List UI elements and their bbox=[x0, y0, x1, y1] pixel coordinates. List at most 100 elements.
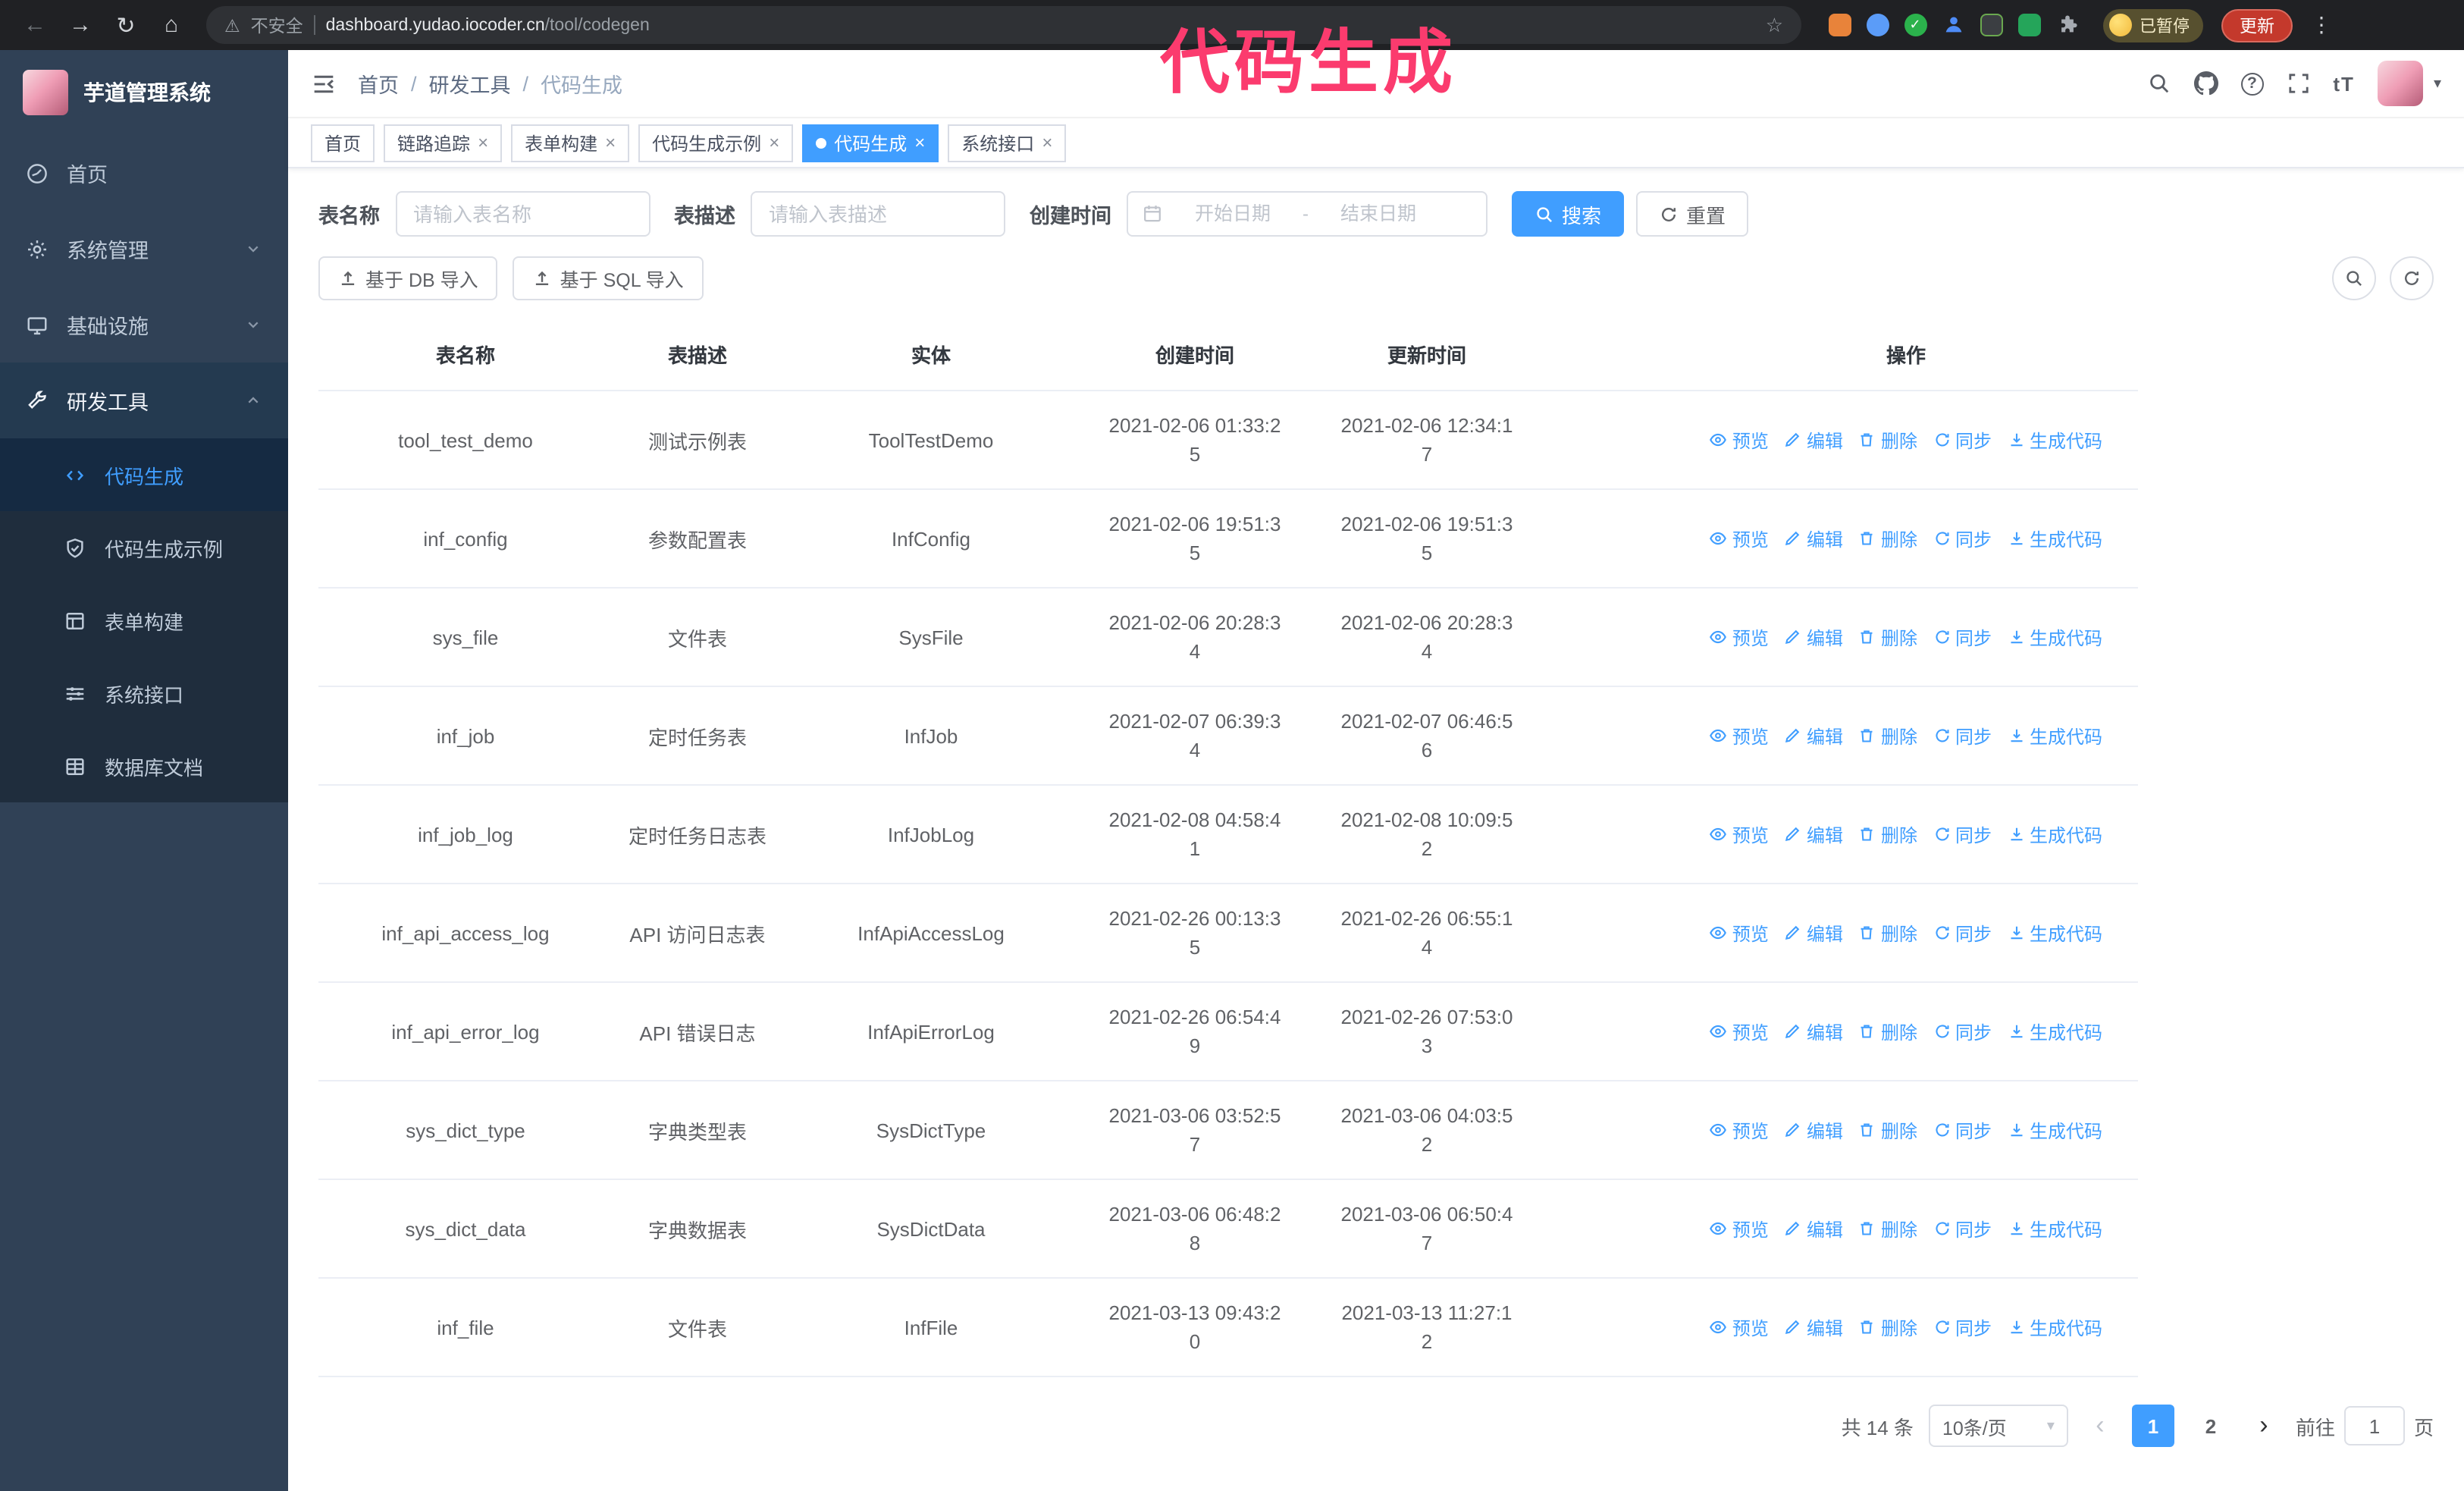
app-logo-row[interactable]: 芋道管理系统 bbox=[0, 50, 288, 135]
tab-codegen[interactable]: 代码生成 × bbox=[802, 124, 939, 162]
browser-home-button[interactable]: ⌂ bbox=[152, 5, 191, 45]
github-icon[interactable] bbox=[2193, 71, 2218, 96]
action-edit-link[interactable]: 编辑 bbox=[1784, 1216, 1843, 1241]
bookmark-star-icon[interactable]: ☆ bbox=[1766, 13, 1783, 37]
close-icon[interactable]: × bbox=[914, 132, 925, 153]
action-generate-link[interactable]: 生成代码 bbox=[2007, 1019, 2102, 1044]
extension-icon-green-check[interactable]: ✓ bbox=[1903, 13, 1927, 37]
date-range-picker[interactable]: - bbox=[1127, 191, 1487, 237]
action-sync-link[interactable]: 同步 bbox=[1933, 427, 1992, 453]
action-generate-link[interactable]: 生成代码 bbox=[2007, 920, 2102, 946]
sidebar-item-codegen[interactable]: 代码生成 bbox=[0, 438, 288, 511]
browser-forward-button[interactable]: → bbox=[61, 5, 100, 45]
action-delete-link[interactable]: 删除 bbox=[1858, 723, 1917, 749]
tab-system-api[interactable]: 系统接口 × bbox=[948, 124, 1067, 162]
sidebar-item-infrastructure[interactable]: 基础设施 bbox=[0, 287, 288, 363]
tab-codegen-example[interactable]: 代码生成示例 × bbox=[638, 124, 794, 162]
sidebar-item-dev-tools[interactable]: 研发工具 bbox=[0, 363, 288, 438]
extension-icon-dark[interactable] bbox=[1979, 13, 2003, 37]
action-preview-link[interactable]: 预览 bbox=[1710, 1314, 1769, 1340]
action-edit-link[interactable]: 编辑 bbox=[1784, 1314, 1843, 1340]
browser-back-button[interactable]: ← bbox=[15, 5, 55, 45]
page-button-2[interactable]: 2 bbox=[2190, 1405, 2232, 1447]
action-edit-link[interactable]: 编辑 bbox=[1784, 723, 1843, 749]
extension-icon-orange[interactable] bbox=[1827, 13, 1851, 37]
action-sync-link[interactable]: 同步 bbox=[1933, 526, 1992, 551]
sidebar-item-system-api[interactable]: 系统接口 bbox=[0, 657, 288, 730]
tab-trace[interactable]: 链路追踪 × bbox=[384, 124, 503, 162]
refresh-table-button[interactable] bbox=[2390, 256, 2434, 300]
action-delete-link[interactable]: 删除 bbox=[1858, 1019, 1917, 1044]
action-edit-link[interactable]: 编辑 bbox=[1784, 624, 1843, 650]
prev-page-button[interactable]: ‹ bbox=[2083, 1405, 2117, 1447]
action-preview-link[interactable]: 预览 bbox=[1710, 821, 1769, 847]
extensions-puzzle-icon[interactable] bbox=[2055, 13, 2079, 37]
sidebar-item-db-docs[interactable]: 数据库文档 bbox=[0, 730, 288, 802]
action-delete-link[interactable]: 删除 bbox=[1858, 624, 1917, 650]
action-generate-link[interactable]: 生成代码 bbox=[2007, 526, 2102, 551]
action-generate-link[interactable]: 生成代码 bbox=[2007, 624, 2102, 650]
tab-form-builder[interactable]: 表单构建 × bbox=[511, 124, 630, 162]
extension-icon-green[interactable] bbox=[2017, 13, 2041, 37]
sidebar-item-form-builder[interactable]: 表单构建 bbox=[0, 584, 288, 657]
action-preview-link[interactable]: 预览 bbox=[1710, 723, 1769, 749]
help-icon[interactable]: ? bbox=[2240, 72, 2264, 95]
extension-icon-blue[interactable] bbox=[1865, 13, 1889, 37]
action-preview-link[interactable]: 预览 bbox=[1710, 624, 1769, 650]
close-icon[interactable]: × bbox=[605, 132, 616, 153]
action-edit-link[interactable]: 编辑 bbox=[1784, 526, 1843, 551]
action-sync-link[interactable]: 同步 bbox=[1933, 723, 1992, 749]
sidebar-item-home[interactable]: 首页 bbox=[0, 135, 288, 211]
sidebar-item-codegen-example[interactable]: 代码生成示例 bbox=[0, 511, 288, 584]
page-size-select[interactable]: 10条/页 ▾ bbox=[1928, 1405, 2068, 1447]
action-sync-link[interactable]: 同步 bbox=[1933, 1216, 1992, 1241]
start-date-input[interactable] bbox=[1169, 202, 1296, 226]
action-preview-link[interactable]: 预览 bbox=[1710, 526, 1769, 551]
browser-menu-kebab-icon[interactable]: ⋮ bbox=[2311, 12, 2332, 38]
address-bar[interactable]: ⚠ 不安全 dashboard.yudao.iocoder.cn/tool/co… bbox=[206, 6, 1801, 44]
action-generate-link[interactable]: 生成代码 bbox=[2007, 1216, 2102, 1241]
browser-update-button[interactable]: 更新 bbox=[2221, 8, 2293, 42]
avatar-caret-down-icon[interactable]: ▾ bbox=[2434, 75, 2441, 92]
action-generate-link[interactable]: 生成代码 bbox=[2007, 427, 2102, 453]
action-edit-link[interactable]: 编辑 bbox=[1784, 427, 1843, 453]
action-preview-link[interactable]: 预览 bbox=[1710, 1216, 1769, 1241]
text-size-icon[interactable]: tT bbox=[2333, 72, 2355, 95]
action-sync-link[interactable]: 同步 bbox=[1933, 1117, 1992, 1143]
browser-reload-button[interactable]: ↻ bbox=[106, 5, 146, 45]
action-sync-link[interactable]: 同步 bbox=[1933, 1314, 1992, 1340]
profile-sync-paused-chip[interactable]: 已暂停 bbox=[2103, 8, 2203, 42]
close-icon[interactable]: × bbox=[478, 132, 488, 153]
action-sync-link[interactable]: 同步 bbox=[1933, 1019, 1992, 1044]
close-icon[interactable]: × bbox=[1042, 132, 1052, 153]
sidebar-fold-icon[interactable] bbox=[311, 71, 337, 96]
action-delete-link[interactable]: 删除 bbox=[1858, 427, 1917, 453]
action-edit-link[interactable]: 编辑 bbox=[1784, 920, 1843, 946]
action-delete-link[interactable]: 删除 bbox=[1858, 1117, 1917, 1143]
action-delete-link[interactable]: 删除 bbox=[1858, 821, 1917, 847]
action-edit-link[interactable]: 编辑 bbox=[1784, 1117, 1843, 1143]
action-preview-link[interactable]: 预览 bbox=[1710, 920, 1769, 946]
action-preview-link[interactable]: 预览 bbox=[1710, 1117, 1769, 1143]
action-delete-link[interactable]: 删除 bbox=[1858, 526, 1917, 551]
action-delete-link[interactable]: 删除 bbox=[1858, 1314, 1917, 1340]
action-generate-link[interactable]: 生成代码 bbox=[2007, 1314, 2102, 1340]
import-sql-button[interactable]: 基于 SQL 导入 bbox=[513, 256, 704, 300]
breadcrumb-home[interactable]: 首页 bbox=[358, 68, 399, 99]
end-date-input[interactable] bbox=[1315, 202, 1442, 226]
user-avatar[interactable] bbox=[2377, 61, 2423, 106]
action-edit-link[interactable]: 编辑 bbox=[1784, 1019, 1843, 1044]
action-sync-link[interactable]: 同步 bbox=[1933, 920, 1992, 946]
action-delete-link[interactable]: 删除 bbox=[1858, 1216, 1917, 1241]
action-preview-link[interactable]: 预览 bbox=[1710, 427, 1769, 453]
fullscreen-icon[interactable] bbox=[2286, 71, 2310, 96]
action-generate-link[interactable]: 生成代码 bbox=[2007, 821, 2102, 847]
action-delete-link[interactable]: 删除 bbox=[1858, 920, 1917, 946]
import-db-button[interactable]: 基于 DB 导入 bbox=[318, 256, 498, 300]
close-icon[interactable]: × bbox=[769, 132, 779, 153]
action-generate-link[interactable]: 生成代码 bbox=[2007, 1117, 2102, 1143]
breadcrumb-dev-tools[interactable]: 研发工具 bbox=[429, 68, 511, 99]
tab-home[interactable]: 首页 bbox=[311, 124, 375, 162]
goto-page-input[interactable] bbox=[2343, 1406, 2405, 1445]
action-sync-link[interactable]: 同步 bbox=[1933, 821, 1992, 847]
